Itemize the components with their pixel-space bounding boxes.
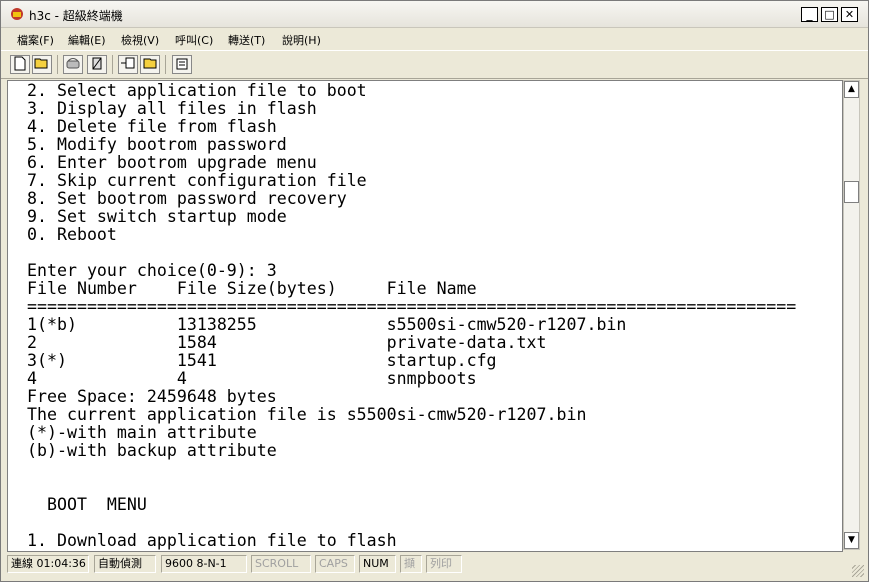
menu-file[interactable]: 檔案(F) xyxy=(17,32,54,48)
terminal-line: 6. Enter bootrom upgrade menu xyxy=(27,153,317,172)
terminal-line: Enter your choice(0-9): 3 xyxy=(27,261,277,280)
terminal-line: 0. Reboot xyxy=(27,225,117,244)
toolbar-separator xyxy=(165,55,166,74)
terminal-line: Free Space: 2459648 bytes xyxy=(27,387,277,406)
status-scroll: SCROLL xyxy=(251,555,311,573)
status-print: 列印 xyxy=(426,555,462,573)
terminal-line: 8. Set bootrom password recovery xyxy=(27,189,347,208)
terminal-line: 7. Skip current configuration file xyxy=(27,171,367,190)
terminal-line: 9. Set switch startup mode xyxy=(27,207,287,226)
scroll-thumb[interactable] xyxy=(844,181,859,203)
terminal-line: 1(*b) 13138255 s5500si-cmw520-r1207.bin xyxy=(27,315,627,334)
status-connection-time: 連線 01:04:36 xyxy=(7,555,89,573)
open-icon[interactable] xyxy=(32,55,52,74)
terminal-line: ========================================… xyxy=(27,297,797,316)
terminal-line: The current application file is s5500si-… xyxy=(27,405,587,424)
status-caps: CAPS xyxy=(315,555,355,573)
menu-view[interactable]: 檢視(V) xyxy=(121,32,159,48)
terminal-line: 2. Select application file to boot xyxy=(27,81,367,100)
status-bar: 連線 01:04:36 自動偵測 9600 8-N-1 SCROLL CAPS … xyxy=(1,552,868,581)
new-icon[interactable] xyxy=(10,55,30,74)
send-icon[interactable] xyxy=(118,55,138,74)
resize-grip-icon[interactable] xyxy=(852,565,864,577)
terminal-text: 2. Select application file to boot 3. Di… xyxy=(27,82,796,550)
terminal-line: 1. Download application file to flash xyxy=(27,531,397,550)
menu-call[interactable]: 呼叫(C) xyxy=(175,32,213,48)
terminal-line: 5. Modify bootrom password xyxy=(27,135,287,154)
terminal-line: 3. Display all files in flash xyxy=(27,99,317,118)
scroll-down-icon[interactable]: ▼ xyxy=(844,532,859,549)
menu-transfer[interactable]: 轉送(T) xyxy=(228,32,265,48)
hyperterminal-window: h3c - 超級終端機 _ □ ✕ 檔案(F) 編輯(E) 檢視(V) 呼叫(C… xyxy=(0,0,869,582)
properties-icon[interactable] xyxy=(172,55,192,74)
minimize-button[interactable]: _ xyxy=(801,7,818,22)
terminal-output[interactable]: 2. Select application file to boot 3. Di… xyxy=(7,80,843,552)
terminal-line: BOOT MENU xyxy=(27,495,147,514)
terminal-line: File Number File Size(bytes) File Name xyxy=(27,279,477,298)
title-bar[interactable]: h3c - 超級終端機 _ □ ✕ xyxy=(1,1,868,28)
terminal-line: (*)-with main attribute xyxy=(27,423,257,442)
terminal-line: 4 4 snmpboots xyxy=(27,369,477,388)
menu-edit[interactable]: 編輯(E) xyxy=(68,32,106,48)
toolbar xyxy=(1,50,868,79)
vertical-scrollbar[interactable]: ▲ ▼ xyxy=(843,80,860,550)
scroll-up-icon[interactable]: ▲ xyxy=(844,81,859,98)
status-capture: 擷 xyxy=(400,555,422,573)
terminal-line: (b)-with backup attribute xyxy=(27,441,277,460)
toolbar-separator xyxy=(57,55,58,74)
hyperterminal-app-icon xyxy=(11,8,23,20)
status-num: NUM xyxy=(359,555,396,573)
status-auto-detect: 自動偵測 xyxy=(94,555,156,573)
menu-bar: 檔案(F) 編輯(E) 檢視(V) 呼叫(C) 轉送(T) 說明(H) xyxy=(1,28,868,49)
maximize-button[interactable]: □ xyxy=(821,7,838,22)
terminal-line: 3(*) 1541 startup.cfg xyxy=(27,351,497,370)
toolbar-separator xyxy=(112,55,113,74)
terminal-line: 2 1584 private-data.txt xyxy=(27,333,547,352)
close-button[interactable]: ✕ xyxy=(841,7,858,22)
window-title: h3c - 超級終端機 xyxy=(29,9,123,23)
terminal-line: 4. Delete file from flash xyxy=(27,117,277,136)
status-port-settings: 9600 8-N-1 xyxy=(161,555,247,573)
receive-icon[interactable] xyxy=(140,55,160,74)
disconnect-icon[interactable] xyxy=(87,55,107,74)
connect-icon[interactable] xyxy=(63,55,83,74)
menu-help[interactable]: 說明(H) xyxy=(282,32,321,48)
